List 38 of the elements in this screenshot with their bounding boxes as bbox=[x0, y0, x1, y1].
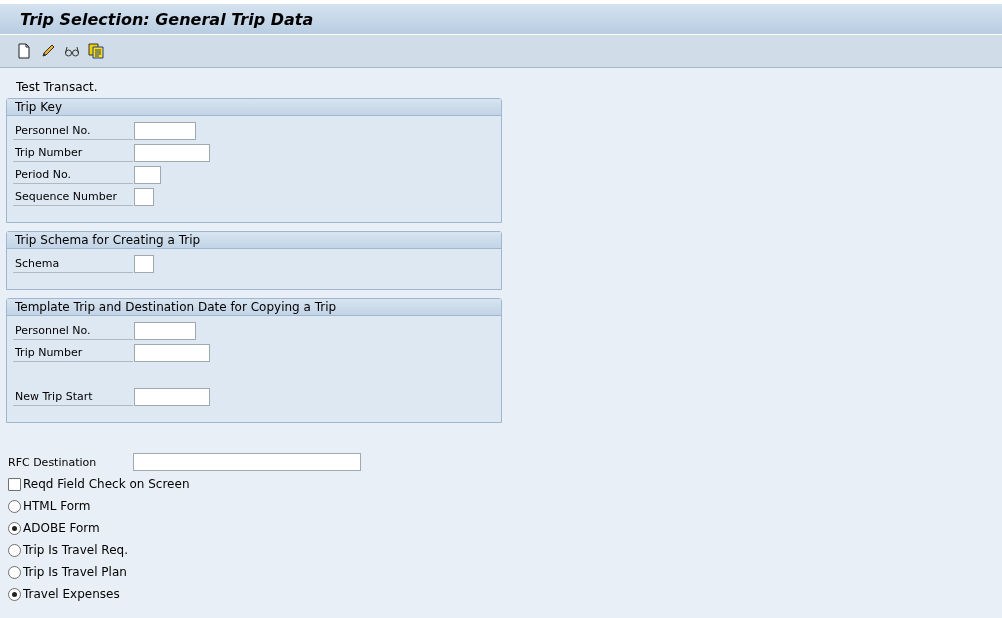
pencil-icon[interactable] bbox=[40, 43, 56, 59]
input-field[interactable] bbox=[134, 344, 210, 362]
field-label: RFC Destination bbox=[7, 454, 98, 471]
input-field[interactable] bbox=[134, 388, 210, 406]
input-field[interactable] bbox=[134, 166, 161, 184]
radio-label: Trip Is Travel Plan bbox=[23, 565, 127, 579]
radio-button[interactable] bbox=[8, 565, 21, 579]
group-title: Trip Schema for Creating a Trip bbox=[15, 233, 201, 247]
field-label: Trip Number bbox=[13, 144, 133, 162]
input-field[interactable] bbox=[134, 122, 196, 140]
field-label: Sequence Number bbox=[13, 188, 133, 206]
radio-label: Travel Expenses bbox=[23, 587, 120, 601]
radio-label: ADOBE Form bbox=[23, 521, 100, 535]
field-label: Personnel No. bbox=[13, 322, 133, 340]
input-field[interactable] bbox=[134, 144, 210, 162]
radio-button[interactable] bbox=[8, 543, 21, 557]
input-field[interactable] bbox=[134, 188, 154, 206]
blank-page-icon[interactable] bbox=[16, 43, 32, 59]
field-label: New Trip Start bbox=[13, 388, 133, 406]
radio-button[interactable] bbox=[8, 499, 21, 513]
input-field[interactable] bbox=[134, 255, 154, 273]
field-label: Personnel No. bbox=[13, 122, 133, 140]
radio-button[interactable] bbox=[8, 587, 21, 601]
field-label: Schema bbox=[13, 255, 133, 273]
radio-label: Trip Is Travel Req. bbox=[23, 543, 128, 557]
window-title: Trip Selection: General Trip Data bbox=[20, 9, 314, 29]
test-transaction-label: Test Transact. bbox=[16, 80, 99, 94]
group-title: Template Trip and Destination Date for Copying a Trip bbox=[15, 300, 337, 314]
checkbox-label: Reqd Field Check on Screen bbox=[23, 477, 190, 491]
radio-label: HTML Form bbox=[23, 499, 91, 513]
checkbox[interactable] bbox=[8, 477, 21, 491]
copy-icon[interactable] bbox=[88, 43, 104, 59]
field-label: Period No. bbox=[13, 166, 133, 184]
radio-button[interactable] bbox=[8, 521, 21, 535]
input-field[interactable] bbox=[134, 322, 196, 340]
field-label: Trip Number bbox=[13, 344, 133, 362]
input-field[interactable] bbox=[133, 453, 361, 471]
group-title: Trip Key bbox=[15, 100, 63, 114]
